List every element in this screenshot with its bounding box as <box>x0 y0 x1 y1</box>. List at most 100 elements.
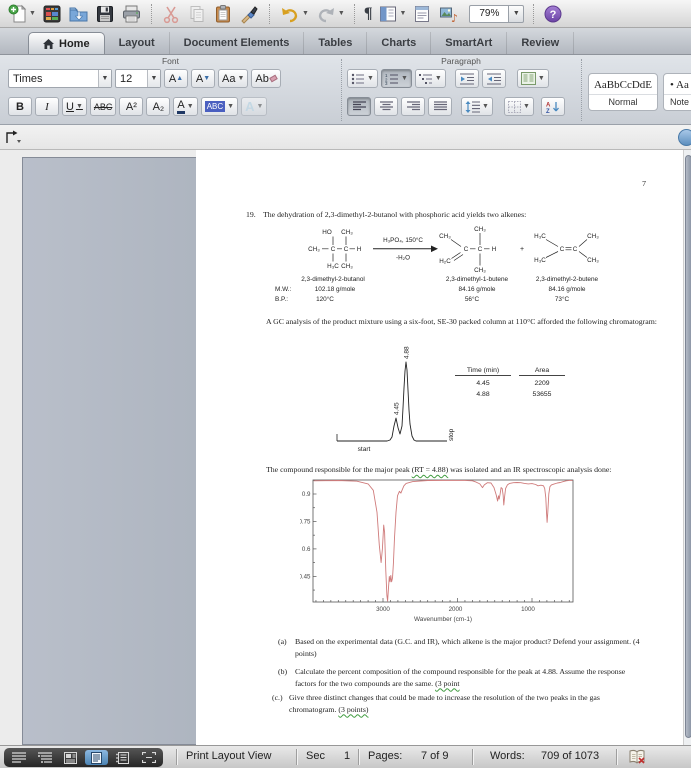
style-chip-normal[interactable]: AaBbCcDdE Normal <box>588 73 658 111</box>
media-browser-button[interactable]: ♪ <box>438 2 460 26</box>
tab-layout[interactable]: Layout <box>105 32 170 54</box>
change-case-button[interactable]: Aa ▼ <box>218 69 249 88</box>
ir-ytick: 0.9 <box>302 491 311 498</box>
words-value[interactable]: 709 of 1073 <box>541 750 599 762</box>
open-button[interactable] <box>68 2 89 26</box>
font-color-button[interactable]: A ▼ <box>173 97 198 116</box>
spelling-status-button[interactable] <box>628 749 646 765</box>
columns-button[interactable]: ▼ <box>516 69 549 88</box>
tab-stop-selector-icon[interactable] <box>4 129 22 145</box>
undo-dropdown[interactable]: ▼ <box>302 10 309 17</box>
format-brush-icon <box>241 5 258 24</box>
focus-view-button[interactable] <box>137 750 160 765</box>
elements-gallery-button[interactable] <box>42 2 62 26</box>
view-mode-label[interactable]: Print Layout View <box>186 750 271 762</box>
redo-dropdown[interactable]: ▼ <box>338 10 345 17</box>
help-button[interactable]: ? <box>543 2 563 26</box>
toolbar-toggle-button[interactable] <box>678 129 691 146</box>
document-page[interactable]: 7 19. The dehydration of 2,3-dimethyl-2-… <box>196 150 683 745</box>
tab-home[interactable]: Home <box>28 32 105 54</box>
cut-button[interactable] <box>161 2 181 26</box>
bp-value: 56°C <box>465 295 480 303</box>
numbered-list-button[interactable]: 123 ▼ <box>380 69 412 88</box>
text-effects-button[interactable]: A ▼ <box>241 97 268 116</box>
sidebar-button[interactable]: ▼ <box>378 2 406 26</box>
gc-table-cell: 4.45 <box>476 380 490 387</box>
zoom-control[interactable]: 79% ▼ <box>469 2 525 26</box>
zoom-dropdown[interactable]: ▼ <box>509 4 525 23</box>
copy-button[interactable] <box>187 2 207 26</box>
justify-button[interactable] <box>428 97 452 116</box>
section-label: Sec <box>306 750 325 762</box>
bold-button[interactable]: B <box>8 97 32 116</box>
sort-button[interactable]: A Z <box>540 97 565 116</box>
font-name-combo[interactable]: Times ▼ <box>8 69 112 88</box>
paste-button[interactable] <box>213 2 233 26</box>
align-center-button[interactable] <box>374 97 398 116</box>
sidebar-dropdown[interactable]: ▼ <box>399 10 406 17</box>
align-left-button[interactable] <box>347 97 371 116</box>
line-spacing-button[interactable]: ▼ <box>461 97 493 116</box>
sort-az-icon: A Z <box>546 101 559 113</box>
grow-font-button[interactable]: A ▲ <box>164 69 188 88</box>
tab-charts[interactable]: Charts <box>367 32 432 54</box>
tab-review[interactable]: Review <box>507 32 575 54</box>
font-size-combo[interactable]: 12 ▼ <box>115 69 161 88</box>
save-button[interactable] <box>95 2 115 26</box>
italic-button[interactable]: I <box>35 97 59 116</box>
new-document-button[interactable]: ▼ <box>8 2 36 26</box>
vertical-scrollbar[interactable] <box>683 150 691 745</box>
statusbar-separator <box>296 749 297 765</box>
atom-label: CH₃ <box>474 267 486 274</box>
notebook-layout-view-button[interactable] <box>111 750 134 765</box>
paragraph-group-label: Paragraph <box>441 56 481 66</box>
statusbar-separator <box>358 749 359 765</box>
bp-value: 120°C <box>316 295 334 303</box>
show-document-button[interactable] <box>412 2 432 26</box>
underline-button[interactable]: U ▼ <box>62 97 87 116</box>
scrollbar-thumb[interactable] <box>684 155 691 738</box>
increase-indent-button[interactable] <box>481 69 506 88</box>
align-right-button[interactable] <box>401 97 425 116</box>
bullet-list-button[interactable]: ▼ <box>347 69 378 88</box>
print-button[interactable] <box>121 2 142 26</box>
style-chip-note[interactable]: • Aa Note <box>663 73 691 111</box>
shrink-font-button[interactable]: A ▼ <box>191 69 215 88</box>
atom-label: H₃C <box>534 257 546 264</box>
outline-view-button[interactable] <box>33 750 56 765</box>
new-document-icon <box>8 4 27 22</box>
redo-button[interactable]: ▼ <box>315 2 345 26</box>
decrease-indent-button[interactable] <box>454 69 479 88</box>
section-value[interactable]: 1 <box>344 750 350 762</box>
superscript-button[interactable]: A² <box>119 97 144 116</box>
zoom-value[interactable]: 79% <box>469 4 510 23</box>
new-document-dropdown[interactable]: ▼ <box>29 10 36 17</box>
atom-label: CH₃ <box>587 257 599 264</box>
tab-smartart[interactable]: SmartArt <box>431 32 508 54</box>
multilevel-list-button[interactable]: ▼ <box>414 69 446 88</box>
show-formatting-button[interactable]: ¶ <box>364 2 373 26</box>
strikethrough-button[interactable]: ABC <box>89 97 117 116</box>
font-size-dropdown[interactable]: ▼ <box>147 70 160 87</box>
compound-name: 2,3-dimethyl-1-butene <box>446 276 509 283</box>
borders-button[interactable]: ▼ <box>503 97 534 116</box>
focus-view-icon <box>141 752 156 763</box>
publishing-layout-view-button[interactable] <box>59 750 82 765</box>
draft-view-button[interactable] <box>7 750 30 765</box>
document-workspace: 7 19. The dehydration of 2,3-dimethyl-2-… <box>0 150 691 745</box>
print-layout-view-button[interactable] <box>85 750 108 765</box>
undo-button[interactable]: ▼ <box>279 2 309 26</box>
format-painter-button[interactable] <box>239 2 260 26</box>
open-folder-icon <box>69 7 88 21</box>
tab-document-elements[interactable]: Document Elements <box>170 32 305 54</box>
subscript-button[interactable]: A₂ <box>146 97 171 116</box>
clear-formatting-button[interactable]: Ab <box>251 69 281 88</box>
tab-tables[interactable]: Tables <box>304 32 368 54</box>
font-name-dropdown[interactable]: ▼ <box>98 70 111 87</box>
pages-value[interactable]: 7 of 9 <box>421 750 449 762</box>
compound-name: 2,3-dimethyl-2-butene <box>536 276 599 283</box>
atom-label: C <box>560 246 565 253</box>
highlight-button[interactable]: ABC ▼ <box>200 97 239 116</box>
svg-text:♪: ♪ <box>451 12 458 24</box>
group-separator <box>341 59 342 121</box>
